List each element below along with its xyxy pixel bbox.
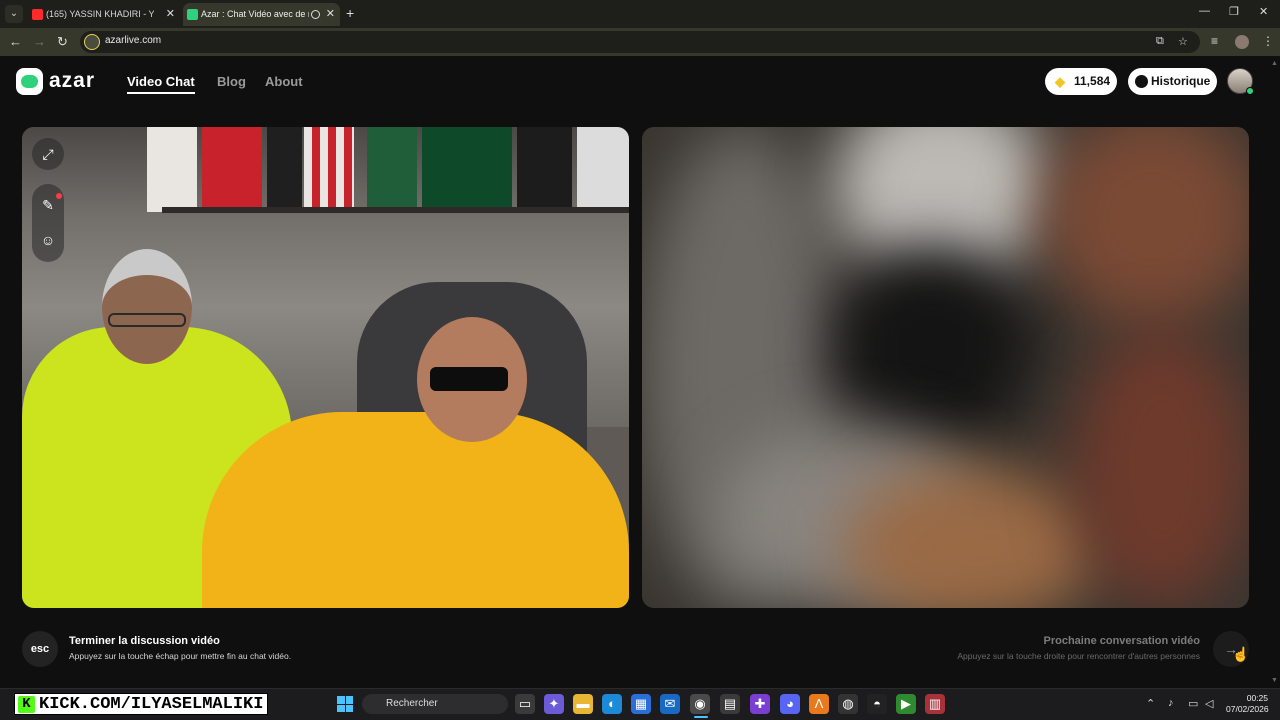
magic-wand-icon[interactable]: ✎ bbox=[32, 197, 64, 214]
jersey-image bbox=[422, 127, 512, 212]
jersey-image bbox=[577, 127, 629, 212]
app-icon[interactable]: ◍ bbox=[838, 694, 858, 714]
minimize-icon[interactable]: — bbox=[1199, 5, 1210, 17]
start-button[interactable] bbox=[337, 696, 353, 712]
nav-blog[interactable]: Blog bbox=[217, 74, 246, 89]
install-app-icon[interactable]: ⧉ bbox=[1156, 35, 1164, 48]
stream-overlay-banner: K KICK.COM/ILYASELMALIKI bbox=[14, 693, 269, 715]
jersey-image bbox=[304, 127, 354, 212]
tab-title: (165) YASSIN KHADIRI - YouTube bbox=[46, 9, 154, 19]
history-label: Historique bbox=[1151, 74, 1211, 88]
jersey-image bbox=[367, 127, 417, 212]
address-bar[interactable]: azarlive.com ⧉ ☆ bbox=[80, 31, 1200, 53]
clock-time: 00:25 bbox=[1246, 693, 1268, 703]
media-control-icon[interactable]: ≡ bbox=[1211, 34, 1218, 48]
clock-date: 07/02/2026 bbox=[1226, 704, 1269, 714]
jersey-image bbox=[147, 127, 197, 212]
jersey-image bbox=[202, 127, 262, 212]
blur-region bbox=[832, 247, 1032, 447]
restore-icon[interactable]: ❐ bbox=[1229, 5, 1239, 18]
taskbar-search-field[interactable]: Rechercher bbox=[362, 694, 508, 714]
sunglasses-image bbox=[430, 367, 508, 391]
history-button[interactable]: Historique bbox=[1128, 68, 1217, 95]
person-right-image bbox=[202, 412, 629, 608]
gem-icon: ◆ bbox=[1055, 74, 1065, 89]
browser-toolbar: ← → ↻ azarlive.com ⧉ ☆ ≡ ⋮ bbox=[0, 28, 1280, 56]
close-tab-icon[interactable]: ✕ bbox=[326, 3, 335, 26]
tab-title: Azar : Chat Vidéo avec de n bbox=[201, 9, 309, 19]
glasses-image bbox=[108, 313, 186, 327]
site-info-icon[interactable] bbox=[84, 34, 100, 50]
gems-button[interactable]: ◆ 11,584 bbox=[1045, 68, 1117, 95]
network-icon[interactable]: ▭ bbox=[1188, 697, 1198, 710]
jersey-image bbox=[517, 127, 572, 212]
gems-count: 11,584 bbox=[1074, 74, 1111, 88]
reload-icon[interactable]: ↻ bbox=[57, 34, 68, 50]
system-clock[interactable]: 00:25 07/02/2026 bbox=[1226, 693, 1269, 715]
back-icon[interactable]: ← bbox=[9, 34, 22, 49]
next-chat-title: Prochaine conversation vidéo bbox=[1043, 635, 1201, 647]
close-tab-icon[interactable]: ✕ bbox=[166, 3, 175, 26]
file-explorer-icon[interactable]: ▬ bbox=[573, 694, 593, 714]
face-mask-icon[interactable]: ☺ bbox=[32, 232, 64, 248]
end-chat-title: Terminer la discussion vidéo bbox=[69, 635, 220, 647]
azar-logo-icon[interactable] bbox=[16, 68, 43, 95]
outlook-icon[interactable]: ✉ bbox=[660, 694, 680, 714]
forward-icon[interactable]: → bbox=[33, 34, 46, 49]
app-icon[interactable]: Λ bbox=[809, 694, 829, 714]
browser-menu-icon[interactable]: ⋮ bbox=[1262, 34, 1274, 48]
discord-icon[interactable]: ◕ bbox=[780, 694, 800, 714]
blur-region bbox=[1042, 127, 1249, 327]
browser-tab-azar[interactable]: Azar : Chat Vidéo avec de n ✕ bbox=[183, 3, 340, 26]
end-chat-esc-button[interactable]: esc bbox=[22, 631, 58, 667]
mouse-cursor-icon: ☝ bbox=[1232, 646, 1250, 662]
nav-active-underline bbox=[127, 92, 195, 94]
app-icon[interactable]: ▤ bbox=[720, 694, 740, 714]
partner-video-feed bbox=[642, 127, 1249, 608]
my-video-feed bbox=[22, 127, 629, 608]
jersey-image bbox=[267, 127, 302, 212]
azar-logo-text[interactable]: azar bbox=[49, 69, 95, 93]
expand-video-button[interactable]: ⤢ bbox=[32, 138, 64, 170]
app-icon[interactable]: ▶ bbox=[896, 694, 916, 714]
close-window-icon[interactable]: ✕ bbox=[1259, 5, 1268, 18]
task-view-icon[interactable]: ▭ bbox=[515, 694, 535, 714]
nav-video-chat[interactable]: Video Chat bbox=[127, 74, 195, 89]
volume-icon[interactable]: ◁ bbox=[1205, 697, 1213, 710]
active-app-indicator bbox=[694, 716, 708, 718]
browser-tab-strip: ⌄ (165) YASSIN KHADIRI - YouTube ✕ Azar … bbox=[0, 0, 1280, 28]
blur-region bbox=[1072, 327, 1249, 607]
scroll-down-icon[interactable]: ▼ bbox=[1271, 677, 1278, 684]
online-badge bbox=[1246, 87, 1254, 95]
person-left-head bbox=[102, 249, 192, 364]
microphone-icon[interactable]: ♪ bbox=[1168, 697, 1174, 709]
tray-overflow-icon[interactable]: ⌃ bbox=[1146, 697, 1155, 710]
recording-indicator-icon bbox=[311, 10, 320, 19]
tab-search-button[interactable]: ⌄ bbox=[5, 5, 23, 23]
copilot-icon[interactable]: ✦ bbox=[544, 694, 564, 714]
voicemeeter-icon[interactable]: ▥ bbox=[925, 694, 945, 714]
store-icon[interactable]: ▦ bbox=[631, 694, 651, 714]
video-shelf bbox=[162, 207, 629, 213]
nav-about[interactable]: About bbox=[265, 74, 303, 89]
app-icon[interactable]: ◓ bbox=[867, 694, 887, 714]
stream-overlay-text: KICK.COM/ILYASELMALIKI bbox=[39, 695, 264, 714]
clock-icon bbox=[1135, 75, 1148, 88]
new-tab-button[interactable]: + bbox=[346, 5, 354, 21]
browser-tab-youtube[interactable]: (165) YASSIN KHADIRI - YouTube ✕ bbox=[28, 3, 180, 26]
youtube-icon bbox=[32, 9, 43, 20]
gaming-icon[interactable]: ✚ bbox=[750, 694, 770, 714]
profile-avatar[interactable] bbox=[1235, 35, 1249, 49]
azar-icon bbox=[187, 9, 198, 20]
next-chat-subtitle: Appuyez sur la touche droite pour rencon… bbox=[957, 651, 1200, 661]
bookmark-star-icon[interactable]: ☆ bbox=[1178, 35, 1188, 48]
notification-dot bbox=[56, 193, 62, 199]
url-text: azarlive.com bbox=[105, 35, 162, 46]
scroll-up-icon[interactable]: ▲ bbox=[1271, 60, 1278, 67]
edge-icon[interactable]: ◐ bbox=[602, 694, 622, 714]
end-chat-subtitle: Appuyez sur la touche échap pour mettre … bbox=[69, 651, 292, 661]
kick-logo-icon: K bbox=[18, 696, 35, 713]
chrome-icon[interactable]: ◉ bbox=[690, 694, 710, 714]
